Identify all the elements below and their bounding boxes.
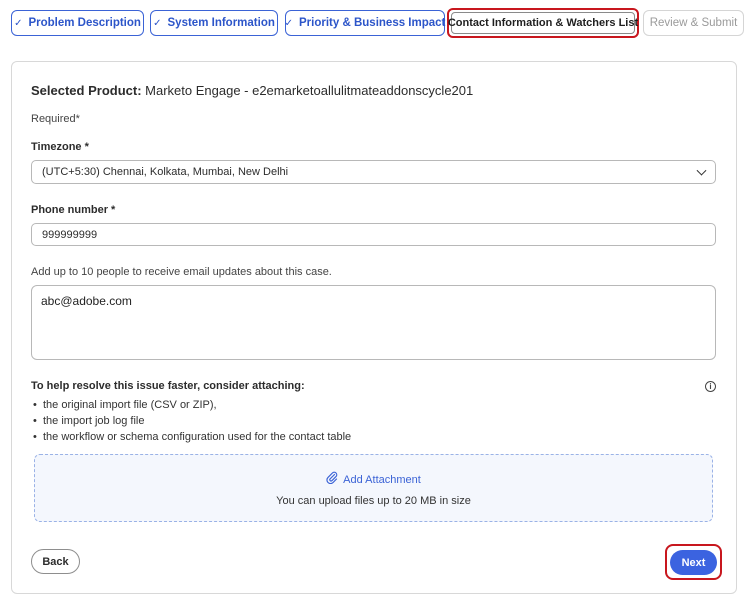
- attachment-tips-list: the original import file (CSV or ZIP), t…: [33, 397, 351, 445]
- step-contact-information[interactable]: Contact Information & Watchers List: [447, 8, 639, 38]
- watchers-value: abc@adobe.com: [41, 294, 132, 308]
- next-button[interactable]: Next: [670, 550, 717, 575]
- step-label: Priority & Business Impact: [299, 17, 446, 29]
- required-note: Required*: [31, 113, 80, 125]
- step-system-information[interactable]: ✓ System Information: [150, 10, 278, 36]
- step-priority-business-impact[interactable]: ✓ Priority & Business Impact: [285, 10, 445, 36]
- next-button-highlight: Next: [665, 544, 722, 580]
- step-label: System Information: [167, 17, 275, 29]
- list-item: the import job log file: [33, 413, 351, 429]
- timezone-select[interactable]: (UTC+5:30) Chennai, Kolkata, Mumbai, New…: [31, 160, 716, 184]
- selected-product-value: Marketo Engage - e2emarketoallulitmatead…: [145, 83, 474, 98]
- list-item: the workflow or schema configuration use…: [33, 429, 351, 445]
- step-label: Review & Submit: [649, 17, 738, 29]
- back-button[interactable]: Back: [31, 549, 80, 574]
- step-review-submit: Review & Submit: [643, 10, 744, 36]
- upload-limit-text: You can upload files up to 20 MB in size: [276, 495, 471, 507]
- timezone-value: (UTC+5:30) Chennai, Kolkata, Mumbai, New…: [42, 166, 289, 178]
- add-attachment-link[interactable]: Add Attachment: [35, 471, 712, 487]
- step-label: Problem Description: [28, 17, 141, 29]
- step-problem-description[interactable]: ✓ Problem Description: [11, 10, 144, 36]
- attachment-tips-title: To help resolve this issue faster, consi…: [31, 380, 305, 392]
- phone-label: Phone number *: [31, 204, 116, 216]
- paperclip-icon: [326, 471, 338, 487]
- chevron-down-icon: [696, 165, 707, 176]
- add-attachment-label: Add Attachment: [343, 474, 421, 486]
- list-item: the original import file (CSV or ZIP),: [33, 397, 351, 413]
- selected-product: Selected Product: Marketo Engage - e2ema…: [31, 83, 473, 98]
- watchers-helper: Add up to 10 people to receive email upd…: [31, 266, 332, 278]
- check-icon: ✓: [14, 17, 23, 29]
- selected-product-label: Selected Product:: [31, 83, 142, 98]
- check-icon: ✓: [284, 17, 294, 29]
- phone-value: 999999999: [42, 228, 98, 241]
- step-label: Contact Information & Watchers List: [448, 12, 638, 34]
- timezone-label: Timezone *: [31, 141, 89, 153]
- watchers-textarea[interactable]: abc@adobe.com: [31, 285, 716, 360]
- phone-input[interactable]: 999999999: [31, 223, 716, 246]
- check-icon: ✓: [153, 17, 162, 29]
- info-icon[interactable]: i: [705, 381, 716, 392]
- attachment-dropzone[interactable]: Add Attachment You can upload files up t…: [34, 454, 713, 522]
